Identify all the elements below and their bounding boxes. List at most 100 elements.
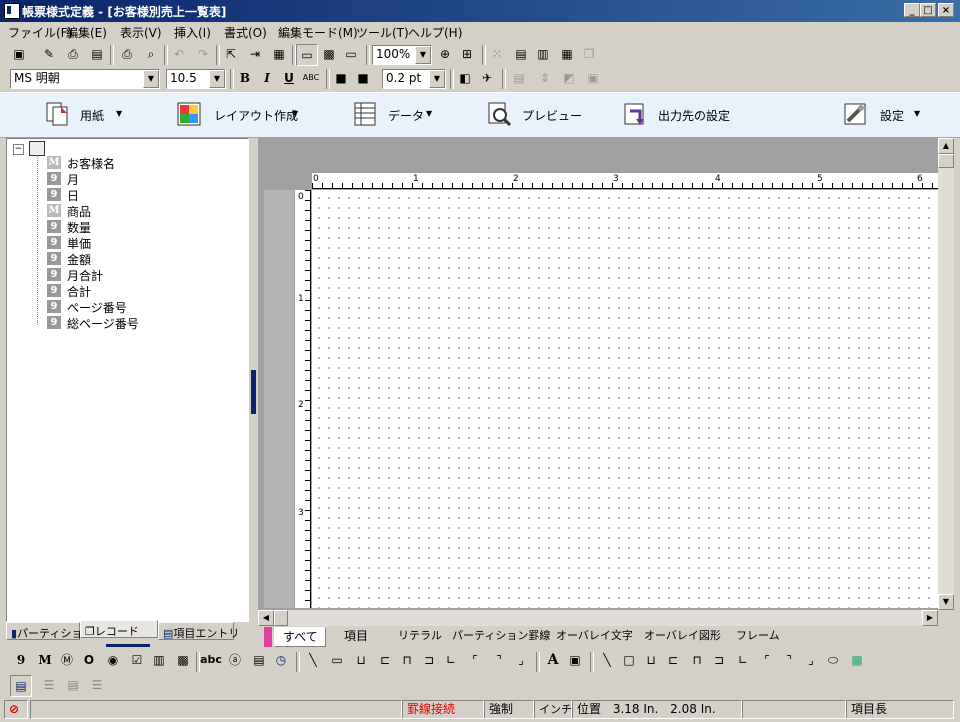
ribbon-output-button[interactable]: 出力先の設定	[622, 99, 742, 131]
overlay-corner-br-icon[interactable]: ⌟	[800, 650, 822, 672]
vertical-scrollbar[interactable]: ▲ ▼	[938, 138, 954, 610]
dot-grid-icon[interactable]: ⁙	[486, 44, 508, 66]
text-box-icon[interactable]: ▣	[564, 650, 586, 672]
tab-order-icon[interactable]: ⇥	[244, 44, 266, 66]
overlay-corner-tr-icon[interactable]: ⌝	[778, 650, 800, 672]
shadow-icon[interactable]: ■	[330, 68, 352, 90]
line-width-select[interactable]: 0.2 pt ▼	[382, 69, 446, 89]
font-name-select[interactable]: MS 明朝 ▼	[10, 69, 160, 89]
date-icon[interactable]: ▤	[248, 650, 270, 672]
form-icon[interactable]: ▦	[556, 44, 578, 66]
scroll-left-icon[interactable]: ◀	[258, 610, 274, 626]
overlay-text-button[interactable]: A	[542, 650, 564, 672]
panel-splitter[interactable]	[250, 138, 256, 646]
overlay-n-icon[interactable]: ⊓	[686, 650, 708, 672]
tab-overlay-text[interactable]: オーバレイ文字	[556, 627, 633, 647]
scroll-thumb[interactable]	[938, 154, 954, 168]
menu-view[interactable]: 表示(V)	[120, 24, 162, 41]
literal-text-button[interactable]: abc	[200, 650, 222, 672]
ribbon-paper-button[interactable]: 用紙 ▼	[44, 99, 134, 131]
scroll-up-icon[interactable]: ▲	[938, 138, 954, 154]
tab-record[interactable]: ❐レコード	[80, 620, 158, 638]
overlay-c-icon[interactable]: ⊏	[662, 650, 684, 672]
box-bottom-icon[interactable]: ▭	[326, 650, 348, 672]
copy-icon[interactable]: ❐	[578, 44, 600, 66]
menu-edit-mode[interactable]: 編集モード(M)	[278, 24, 358, 41]
menu-insert[interactable]: 挿入(I)	[174, 24, 211, 41]
boxed-a-icon[interactable]: ⓐ	[224, 650, 246, 672]
maximize-button[interactable]: □	[920, 3, 936, 17]
stack-view-icon[interactable]: ☰	[86, 675, 108, 697]
undo-icon[interactable]: ↶	[168, 44, 190, 66]
underline-button[interactable]: U	[278, 68, 300, 90]
strikethrough-button[interactable]: ABC	[300, 68, 322, 90]
menu-file[interactable]: ファイル(F)	[8, 24, 72, 41]
menu-tools[interactable]: ツール(T)	[356, 24, 409, 41]
corner-tl-icon[interactable]: ⌜	[464, 650, 486, 672]
italic-button[interactable]: I	[256, 68, 278, 90]
corner-bl-icon[interactable]: ∟	[440, 650, 462, 672]
menu-format[interactable]: 書式(O)	[224, 24, 267, 41]
minimize-button[interactable]: _	[904, 3, 920, 17]
layout-view-icon[interactable]: ▭	[296, 44, 318, 66]
line-icon[interactable]: ╲	[302, 650, 324, 672]
sheet-icon[interactable]: ▥	[532, 44, 554, 66]
tab-all[interactable]: すべて	[274, 627, 326, 647]
ribbon-layout-button[interactable]: レイアウト作成 ▼	[176, 99, 306, 131]
menu-edit[interactable]: 編集(E)	[66, 24, 107, 41]
n-shape-icon[interactable]: ⊓	[396, 650, 418, 672]
ribbon-settings-button[interactable]: 設定 ▼	[842, 99, 932, 131]
reverse-c-icon[interactable]: ⊐	[418, 650, 440, 672]
table-icon[interactable]: ▤	[510, 44, 532, 66]
partition-bar[interactable]	[264, 190, 294, 608]
align-icon[interactable]: ▤	[508, 68, 530, 90]
tab-literal[interactable]: リテラル	[398, 627, 442, 647]
close-button[interactable]: ×	[938, 3, 954, 17]
band-view-icon[interactable]: ▤	[62, 675, 84, 697]
bold-button[interactable]: B	[234, 68, 256, 90]
chevron-down-icon[interactable]: ▼	[209, 70, 225, 88]
group-icon[interactable]: ▣	[582, 68, 604, 90]
c-shape-icon[interactable]: ⊏	[374, 650, 396, 672]
radio-icon[interactable]: ◉	[102, 650, 124, 672]
option-field-button[interactable]: O	[78, 650, 100, 672]
fill-icon[interactable]: ■	[352, 68, 374, 90]
image-field-icon[interactable]: ▩	[172, 650, 194, 672]
tab-partition[interactable]: ▮パーティション	[6, 622, 93, 640]
edit-icon[interactable]: ✎	[38, 44, 60, 66]
checkbox-icon[interactable]: ☑	[126, 650, 148, 672]
zoom-in-icon[interactable]: ⊕	[434, 44, 456, 66]
distribute-icon[interactable]: ⇕	[534, 68, 556, 90]
window-view-icon[interactable]: ▭	[340, 44, 362, 66]
u-shape-icon[interactable]: ⊔	[350, 650, 372, 672]
layout-canvas[interactable]	[312, 190, 938, 608]
overlay-u-icon[interactable]: ⊔	[640, 650, 662, 672]
ellipse-icon[interactable]: ⬭	[822, 650, 844, 672]
picture-icon[interactable]: ▩	[846, 650, 868, 672]
row-view-icon[interactable]: ☰	[38, 675, 60, 697]
scroll-right-icon[interactable]: ▶	[922, 610, 938, 626]
corner-tr-icon[interactable]: ⌝	[488, 650, 510, 672]
number-field-button[interactable]: 9	[10, 650, 32, 672]
overlay-corner-tl-icon[interactable]: ⌜	[756, 650, 778, 672]
tab-overlay-shape[interactable]: オーバレイ図形	[644, 627, 721, 647]
tab-partition-rule[interactable]: パーティション罫線	[452, 627, 550, 647]
record-root-icon[interactable]	[29, 141, 45, 156]
resize-icon[interactable]: ◩	[558, 68, 580, 90]
document-icon[interactable]: ▤	[86, 44, 108, 66]
zoom-select[interactable]: 100% ▼	[372, 45, 432, 65]
chevron-down-icon[interactable]: ▼	[143, 70, 159, 88]
menu-help[interactable]: ヘルプ(H)	[408, 24, 462, 41]
redo-icon[interactable]: ↷	[192, 44, 214, 66]
zoom-fit-icon[interactable]: ⊞	[456, 44, 478, 66]
list-view-icon[interactable]: ▤	[10, 675, 32, 697]
scroll-thumb-h[interactable]	[274, 610, 288, 626]
tab-items[interactable]: 項目	[344, 627, 368, 647]
overlay-corner-bl-icon[interactable]: ∟	[732, 650, 754, 672]
chevron-down-icon[interactable]: ▼	[415, 46, 431, 64]
print-icon[interactable]: ⎙	[116, 44, 138, 66]
ribbon-data-button[interactable]: データ ▼	[352, 99, 442, 131]
image-view-icon[interactable]: ▩	[318, 44, 340, 66]
scroll-down-icon[interactable]: ▼	[938, 594, 954, 610]
overlay-line-icon[interactable]: ╲	[596, 650, 618, 672]
